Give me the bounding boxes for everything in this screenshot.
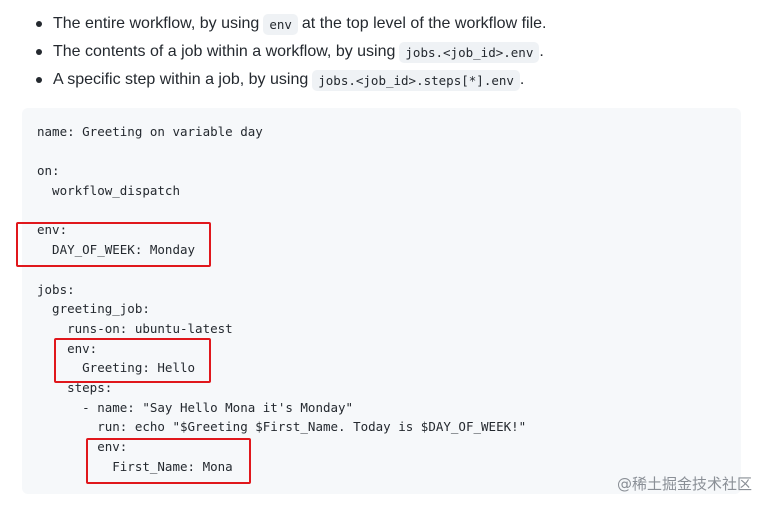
- bullet-dot: [36, 77, 42, 83]
- code-line: jobs:: [37, 281, 75, 297]
- bullet-text-after: at the top level of the workflow file.: [301, 15, 547, 32]
- highlight-box-step-env: [86, 438, 251, 484]
- bullet-text: The entire workflow, by using env at the…: [53, 13, 547, 35]
- code-line: name: Greeting on variable day: [37, 124, 263, 139]
- watermark: @稀土掘金技术社区: [616, 475, 752, 493]
- bullet-text: The contents of a job within a workflow,…: [53, 41, 544, 63]
- inline-code: env: [263, 13, 298, 35]
- code-line: on:: [37, 163, 60, 179]
- bullet-text: A specific step within a job, by using j…: [53, 69, 525, 91]
- code-line: runs-on: ubuntu-latest: [37, 320, 233, 336]
- code-line: run: echo "$Greeting $First_Name. Today …: [37, 419, 527, 435]
- inline-code: jobs.<job_id>.steps[*].env: [312, 69, 520, 91]
- bullet-text-before: A specific step within a job, by using: [53, 71, 309, 88]
- bullet-dot: [36, 49, 42, 55]
- bullet-text-before: The entire workflow, by using: [53, 15, 260, 32]
- highlight-box-workflow-env: [16, 222, 211, 267]
- bullet-text-before: The contents of a job within a workflow,…: [53, 43, 396, 60]
- bullet-text-after: .: [539, 43, 544, 60]
- code-line: workflow_dispatch: [37, 183, 180, 199]
- code-line: - name: "Say Hello Mona it's Monday": [37, 399, 354, 415]
- bullet-dot: [36, 21, 42, 27]
- bullet-text-after: .: [519, 71, 525, 88]
- inline-code: jobs.<job_id>.env: [399, 41, 540, 63]
- code-content: name: Greeting on variable day on: workfl…: [37, 122, 526, 476]
- highlight-box-job-env: [54, 338, 211, 383]
- code-line: greeting_job:: [37, 301, 150, 317]
